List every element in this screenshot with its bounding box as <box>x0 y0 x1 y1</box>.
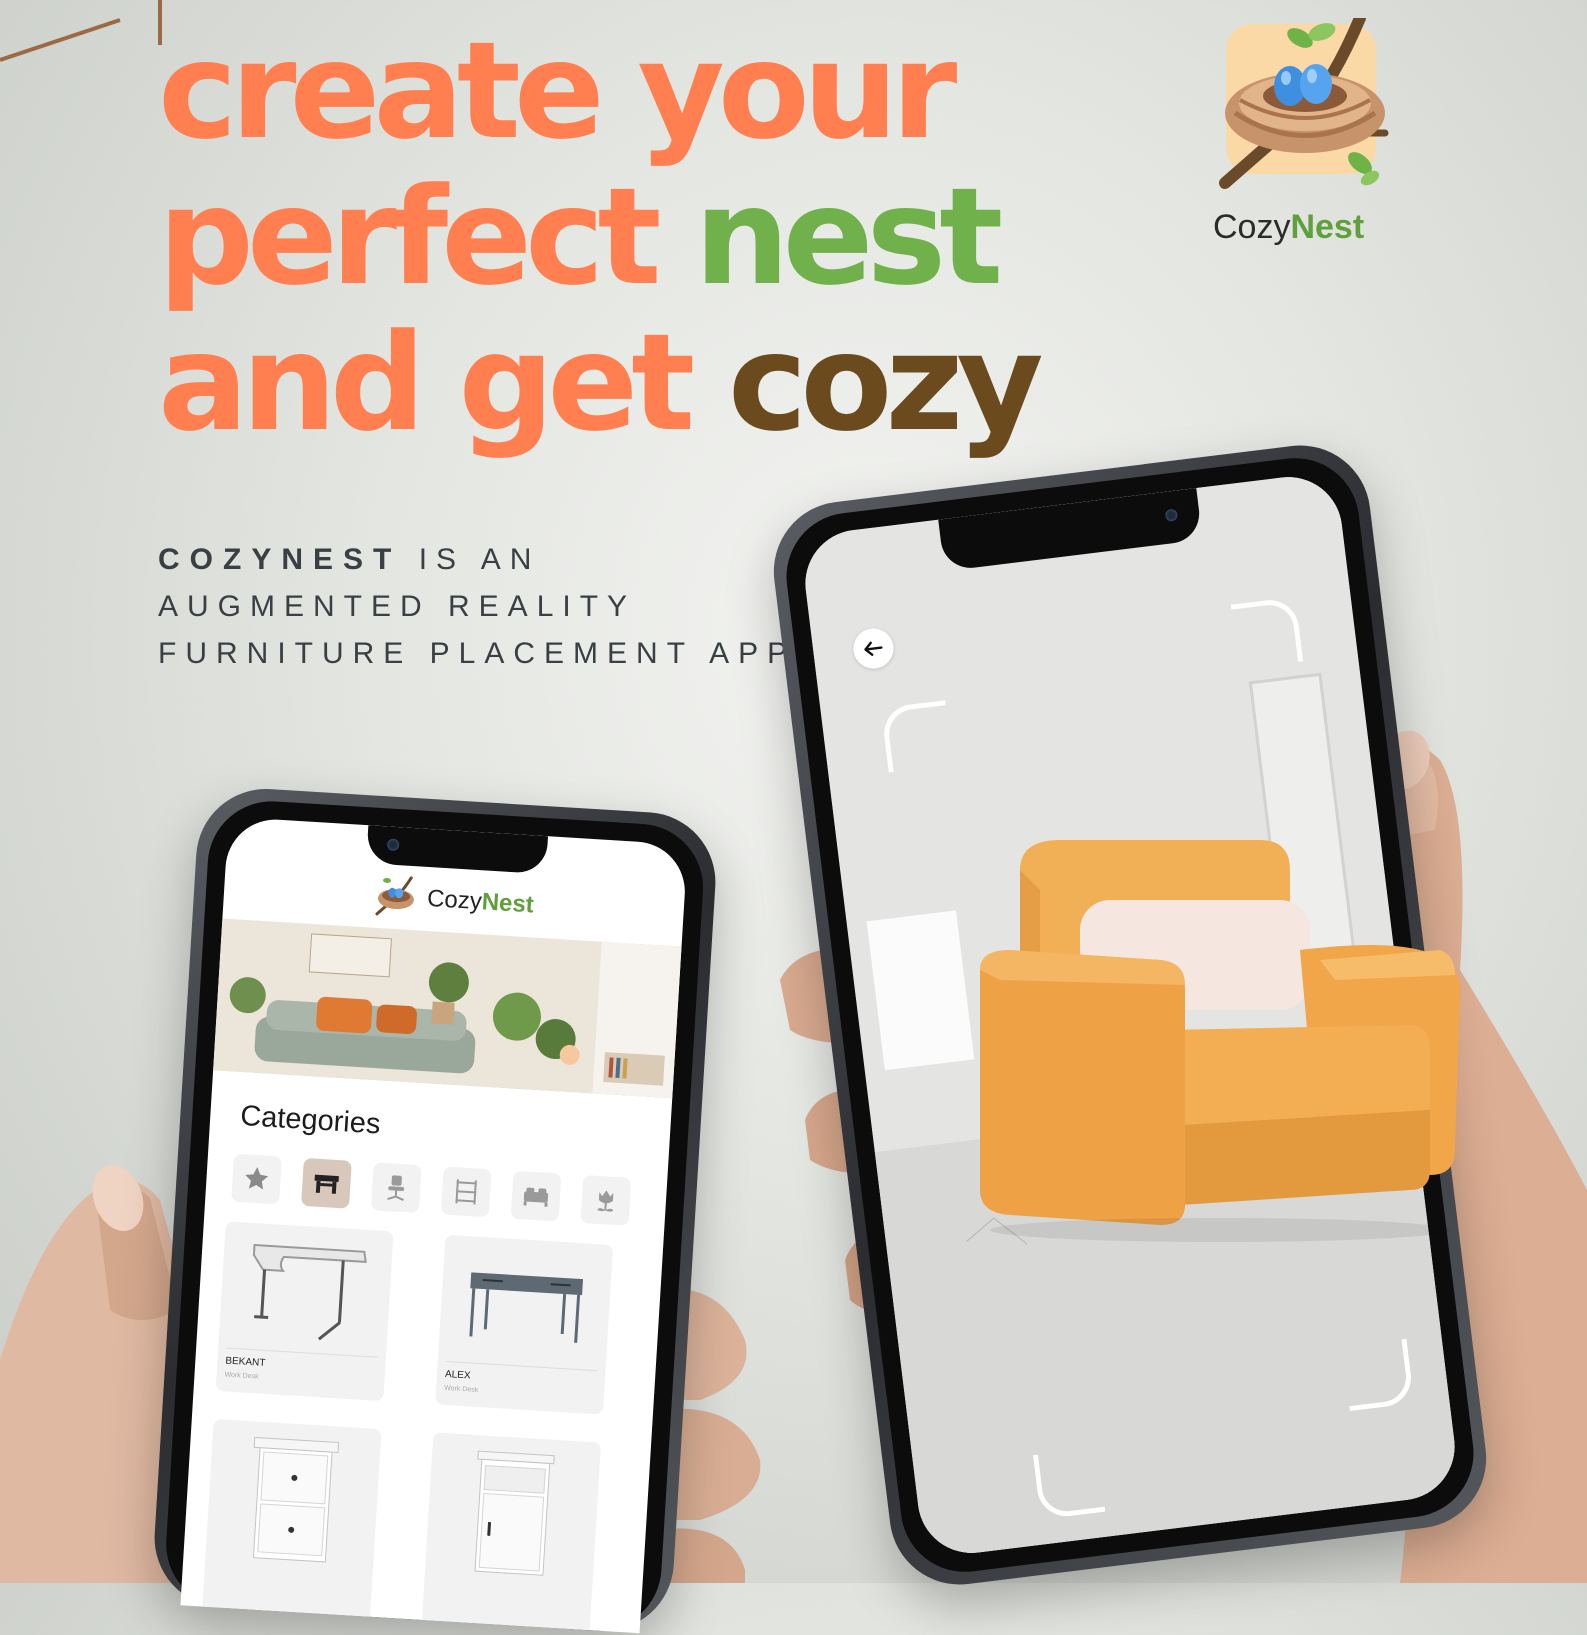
headline-and-get: and get <box>158 305 728 461</box>
tagline: COZYNEST IS AN AUGMENTED REALITY FURNITU… <box>158 536 796 677</box>
headline-nest: nest <box>694 159 1003 315</box>
catalog-phone: CozyNest Categories BEKANT Work Desk ALE… <box>150 784 720 1635</box>
headline-line-3: and get cozy <box>158 310 1058 456</box>
category-favorites[interactable] <box>231 1153 282 1205</box>
front-camera <box>1164 508 1179 522</box>
plant-icon <box>597 1190 614 1212</box>
bed-icon <box>523 1187 549 1207</box>
headline-cozy: cozy <box>727 305 1044 461</box>
tagline-line-3: FURNITURE PLACEMENT APP <box>158 637 797 670</box>
nest-icon <box>1219 18 1389 189</box>
category-bar <box>231 1153 643 1229</box>
living-room-illustration <box>213 918 682 1099</box>
back-button[interactable] <box>851 626 896 671</box>
product-card-bekant[interactable]: BEKANT Work Desk <box>215 1221 394 1402</box>
category-chairs[interactable] <box>370 1162 422 1214</box>
tagline-line-1: COZYNEST IS AN <box>158 536 796 583</box>
category-decor[interactable] <box>580 1174 632 1226</box>
nest-logo-icon <box>375 876 414 916</box>
l-shaped-desk-image <box>252 1243 367 1341</box>
shelf-icon <box>455 1179 477 1205</box>
office-chair-icon <box>387 1175 405 1201</box>
product-type: Work Desk <box>224 1371 259 1381</box>
product-name: ALEX <box>444 1368 471 1382</box>
product-name: BEKANT <box>225 1355 266 1369</box>
two-drawer-nightstand-image <box>252 1436 340 1563</box>
tagline-is-an: IS AN <box>401 543 541 576</box>
logo-wordmark: CozyNest <box>1213 208 1364 247</box>
headline: create your perfect nest and get cozy <box>158 18 1058 456</box>
armchair-3d-model[interactable] <box>940 830 1500 1250</box>
product-card-nightstand[interactable] <box>201 1418 382 1629</box>
arrow-left-icon <box>864 641 883 656</box>
brand-logo: CozyNest <box>1210 18 1400 246</box>
logo-word-cozy: Cozy <box>1213 208 1291 246</box>
catalog-screen: CozyNest Categories BEKANT Work Desk ALE… <box>180 816 688 1634</box>
headline-line-2: perfect nest <box>158 164 1058 310</box>
product-type: Work Desk <box>443 1384 479 1394</box>
app-name-cozy: Cozy <box>426 884 483 916</box>
tagline-line-2: AUGMENTED REALITY <box>158 590 637 623</box>
desk-with-drawers-image <box>469 1272 584 1343</box>
star-icon <box>245 1167 269 1190</box>
logo-word-nest: Nest <box>1290 208 1365 246</box>
category-desks[interactable] <box>301 1157 352 1209</box>
living-room-banner <box>213 918 682 1099</box>
category-shelves[interactable] <box>440 1166 492 1218</box>
headline-line-1: create your <box>158 13 957 169</box>
category-beds[interactable] <box>510 1170 562 1222</box>
app-name: CozyNest <box>426 885 534 919</box>
front-camera <box>386 838 400 852</box>
bedside-cabinet-image <box>474 1450 555 1576</box>
categories-heading: Categories <box>239 1099 382 1141</box>
product-card-bedside-table[interactable] <box>421 1432 602 1634</box>
desk-icon <box>314 1174 339 1194</box>
product-card-alex[interactable]: ALEX Work Desk <box>435 1234 614 1415</box>
app-name-nest: Nest <box>480 888 535 919</box>
tagline-brand: COZYNEST <box>158 543 402 576</box>
headline-perfect: perfect <box>158 159 695 315</box>
